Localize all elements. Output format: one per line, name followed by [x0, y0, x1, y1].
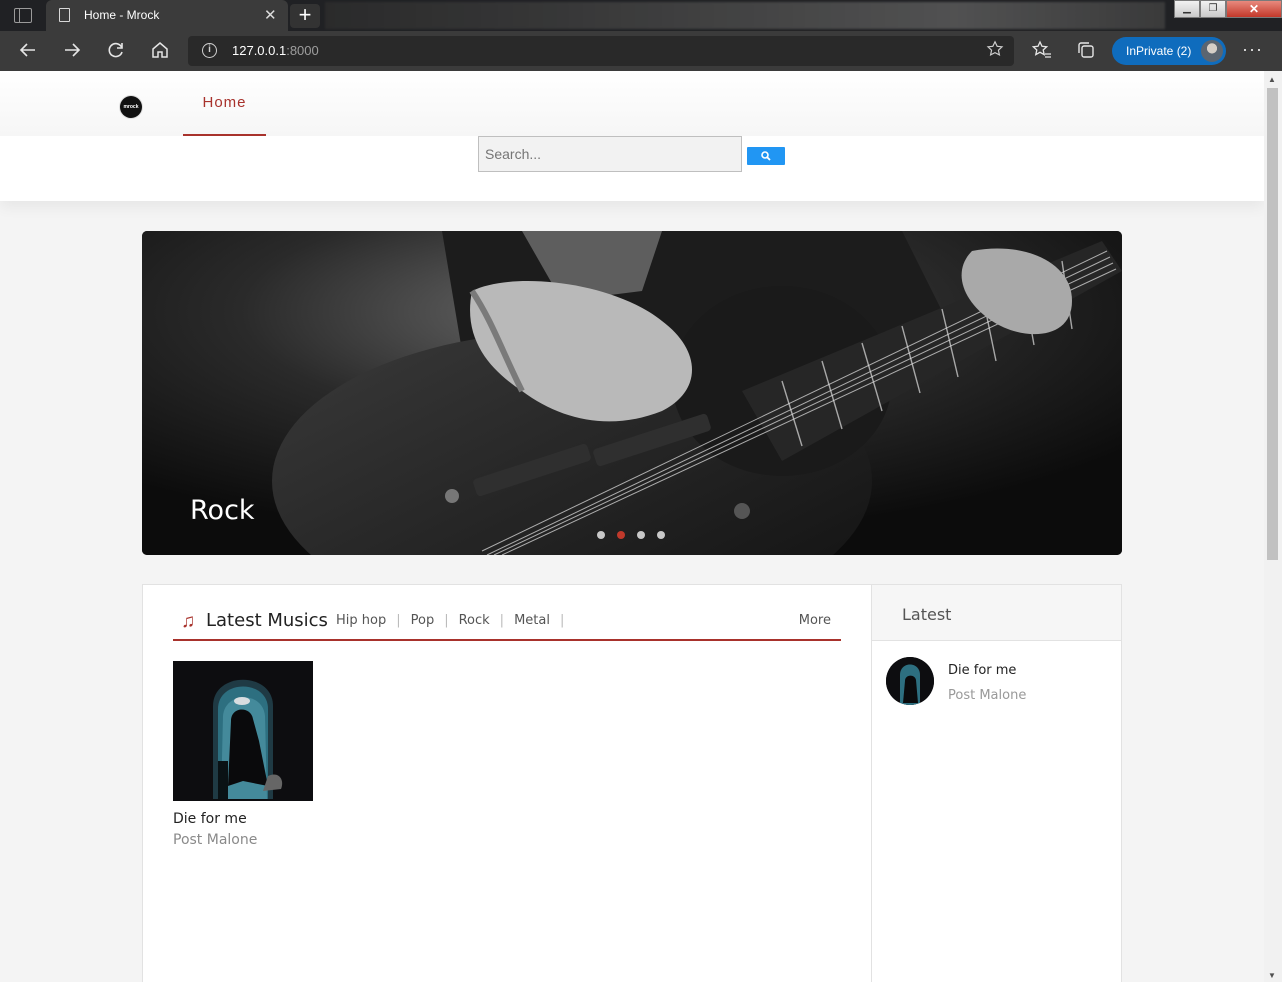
- page-icon: [59, 8, 70, 22]
- url-text[interactable]: 127.0.0.1:8000: [232, 43, 319, 58]
- search-button[interactable]: [747, 147, 785, 165]
- sidebar-item-title[interactable]: Die for me: [948, 663, 1016, 678]
- carousel-image: [142, 231, 1122, 555]
- scrollbar-thumb[interactable]: [1267, 88, 1278, 560]
- nav-home-link[interactable]: Home: [183, 71, 266, 136]
- browser-tab-active[interactable]: Home - Mrock ✕: [46, 0, 288, 31]
- category-link-hip-hop[interactable]: Hip hop: [336, 613, 386, 628]
- music-card[interactable]: Die for me Post Malone: [173, 661, 313, 848]
- tab-title: Home - Mrock: [84, 8, 160, 22]
- album-art-image: [173, 661, 313, 801]
- music-artist[interactable]: Post Malone: [173, 832, 313, 848]
- category-link-metal[interactable]: Metal: [514, 613, 550, 628]
- category-link-rock[interactable]: Rock: [459, 613, 490, 628]
- more-link[interactable]: More: [799, 613, 831, 628]
- sidebar-item-artist: Post Malone: [948, 688, 1027, 703]
- hero-carousel[interactable]: Rock: [142, 231, 1122, 555]
- sidebar-title: Latest: [872, 585, 1121, 641]
- tab-close-icon[interactable]: ✕: [264, 6, 277, 24]
- site-info-icon[interactable]: i: [202, 43, 217, 58]
- music-note-icon: ♫: [181, 611, 196, 632]
- search-input[interactable]: [478, 136, 742, 172]
- inprivate-button[interactable]: InPrivate (2): [1112, 37, 1226, 65]
- inprivate-label: InPrivate (2): [1126, 44, 1192, 58]
- panel-header: ♫ Latest Musics Hip hop | Pop | Rock | M…: [173, 605, 841, 641]
- album-cover[interactable]: [173, 661, 313, 801]
- collections-icon[interactable]: [1076, 40, 1096, 65]
- add-favorite-icon[interactable]: [986, 40, 1004, 63]
- site-header: mrock Home: [0, 71, 1264, 201]
- page-viewport: mrock Home Search... Rock ♫ Latest Music…: [0, 71, 1264, 982]
- refresh-icon[interactable]: [106, 40, 126, 65]
- category-filter: Hip hop | Pop | Rock | Metal |: [336, 613, 574, 628]
- category-divider: |: [396, 613, 401, 628]
- new-tab-button[interactable]: +: [290, 4, 320, 28]
- settings-more-icon[interactable]: ···: [1242, 39, 1263, 60]
- browser-toolbar: i 127.0.0.1:8000 InPrivate (2) ···: [0, 31, 1282, 71]
- carousel-dot[interactable]: [657, 531, 665, 539]
- thumbnail-image: [886, 657, 934, 705]
- forward-arrow-icon[interactable]: [62, 40, 82, 65]
- tab-actions-icon[interactable]: [14, 8, 32, 23]
- carousel-indicators: [597, 531, 665, 539]
- address-bar[interactable]: i 127.0.0.1:8000: [188, 36, 1014, 66]
- minimize-button[interactable]: ▁: [1174, 0, 1200, 18]
- page-scrollbar[interactable]: ▲ ▼: [1264, 71, 1282, 982]
- browser-tab-bar: Home - Mrock ✕ + ▁ ❐ ✕: [0, 0, 1282, 31]
- close-window-button[interactable]: ✕: [1226, 0, 1282, 18]
- latest-sidebar: Latest Die for me Post Malone: [871, 584, 1122, 982]
- back-arrow-icon[interactable]: [18, 40, 38, 65]
- window-controls: ▁ ❐ ✕: [1174, 0, 1282, 19]
- panel-title: Latest Musics: [206, 610, 328, 631]
- favorites-icon[interactable]: [1031, 40, 1052, 65]
- profile-avatar: [1201, 40, 1223, 62]
- category-link-pop[interactable]: Pop: [411, 613, 435, 628]
- latest-musics-panel: ♫ Latest Musics Hip hop | Pop | Rock | M…: [142, 584, 872, 982]
- category-divider: |: [444, 613, 449, 628]
- restore-button[interactable]: ❐: [1200, 0, 1226, 18]
- carousel-dot[interactable]: [597, 531, 605, 539]
- category-divider: |: [559, 613, 565, 628]
- site-logo[interactable]: mrock: [120, 96, 142, 118]
- carousel-dot-active[interactable]: [617, 531, 625, 539]
- category-divider: |: [499, 613, 505, 628]
- carousel-dot[interactable]: [637, 531, 645, 539]
- music-title[interactable]: Die for me: [173, 811, 313, 827]
- background-tabs: [325, 2, 1165, 29]
- scroll-up-arrow-icon[interactable]: ▲: [1268, 75, 1276, 84]
- sidebar-list-item[interactable]: Die for me Post Malone: [886, 657, 1116, 707]
- home-icon[interactable]: [150, 40, 170, 65]
- scroll-down-arrow-icon[interactable]: ▼: [1268, 971, 1276, 980]
- search-icon: [761, 151, 771, 161]
- carousel-caption: Rock: [190, 495, 255, 526]
- sidebar-thumbnail[interactable]: [886, 657, 934, 705]
